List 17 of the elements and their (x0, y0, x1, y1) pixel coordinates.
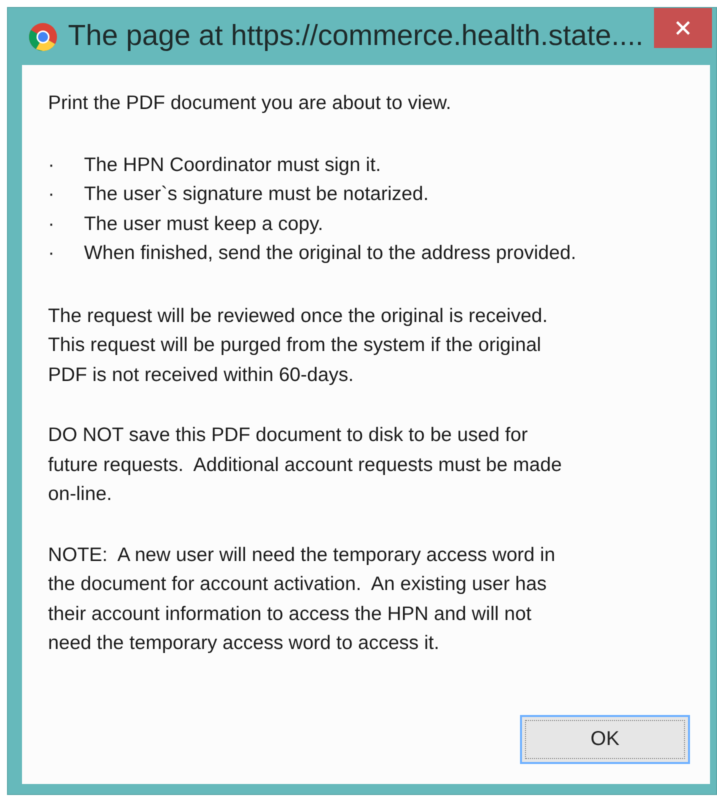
bullet-mark: · (48, 182, 56, 207)
bullet-mark: · (48, 152, 56, 178)
message-text: Print the PDF document you are about to view. (48, 91, 452, 116)
bullet-mark: · (48, 212, 56, 236)
ok-button[interactable]: OK (520, 715, 690, 764)
browser-icon (28, 22, 58, 52)
close-button[interactable] (654, 8, 712, 48)
bullet-text: The user`s signature must be notarized. (84, 182, 429, 207)
bullet-text: The user must keep a copy. (84, 212, 324, 236)
bullet-text: When finished, send the original to the address provided. (84, 241, 576, 266)
close-icon (675, 20, 691, 36)
bullet-text: The HPN Coordinator must sign it. (84, 152, 381, 178)
window-title: The page at https://commerce.health.state.... (68, 18, 644, 54)
message-text: The request will be reviewed once the original is received. This request will be purged from the system if the original PDF is not received within 60-days. (48, 304, 549, 388)
bullet-mark: · (48, 241, 56, 266)
message-text: NOTE: A new user will need the temporary access word in the document for account activation. An existing user has their account information to access the HPN and will not need the temporary access word to access it. (48, 542, 556, 656)
message-text: DO NOT save this PDF document to disk to be used for future requests. Additional account requests must be made on-line. (48, 423, 563, 507)
